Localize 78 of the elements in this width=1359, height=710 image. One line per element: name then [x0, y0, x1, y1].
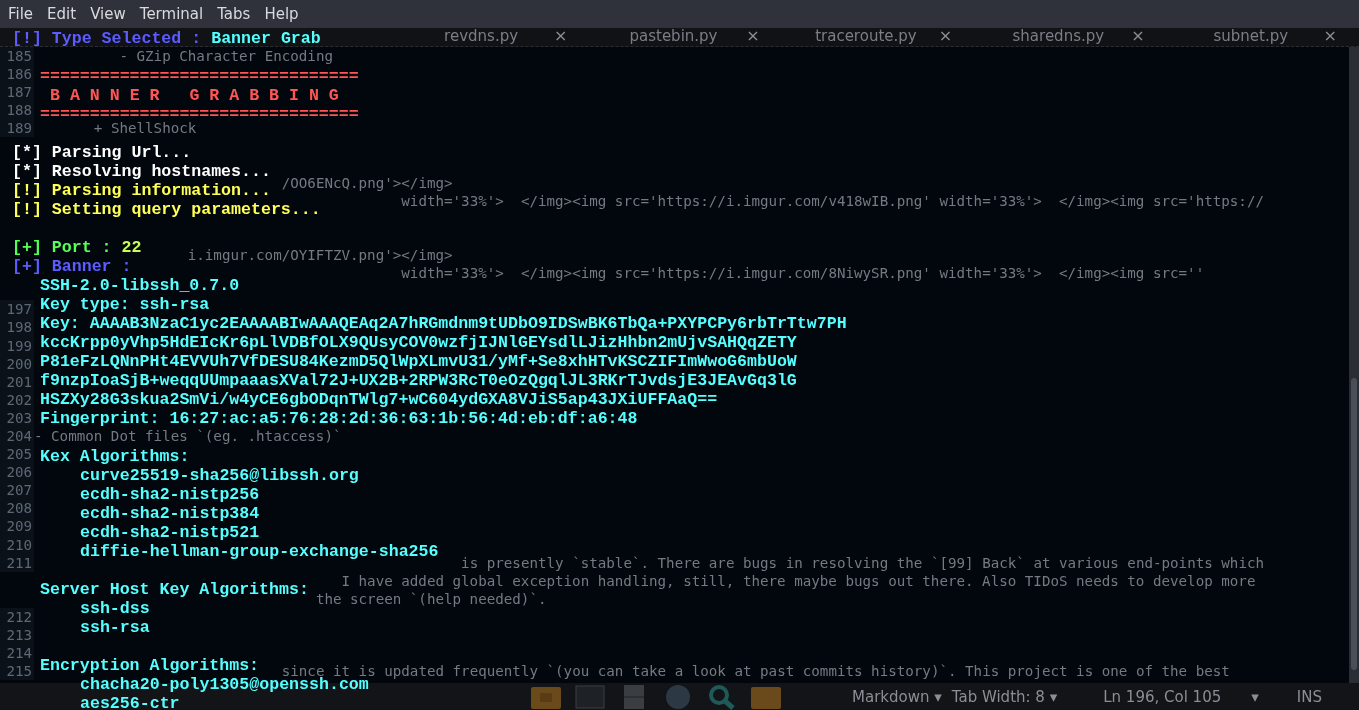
terminal-line: curve25519-sha256@libssh.org — [80, 466, 359, 485]
terminal-line: ================================ — [40, 67, 359, 86]
code-line: i.imgur.com/OYIFTZV.png'></img> — [187, 246, 453, 265]
close-icon[interactable]: × — [553, 26, 568, 45]
code-line: width='33%'> </img><img src='https://i.imgur.com/v418wIB.png' width='33%'> </img><img src='https:// — [401, 191, 1264, 210]
line-number: 187 — [0, 83, 34, 102]
terminal-line: B A N N E R G R A B B I N G — [50, 86, 339, 105]
terminal-line: P81eFzLQNnPHt4EVVUh7VfDESU84KezmD5QlWpXLmvU31/yMf+Se8xhHTvKSCZIFImWwoG6mbUoW — [40, 352, 797, 371]
menu-item[interactable]: Edit — [45, 5, 85, 23]
line-number: 197 — [0, 300, 34, 319]
line-number: 189 — [0, 119, 34, 138]
cursor-position: Ln 196, Col 105 — [1103, 687, 1222, 706]
line-number: 188 — [0, 101, 34, 120]
editor-tab[interactable]: subnet.py × — [1154, 26, 1347, 46]
terminal-line: Kex Algorithms: — [40, 447, 190, 466]
editor-tab[interactable]: sharedns.py × — [962, 26, 1155, 46]
terminal-line: Fingerprint: 16:27:ac:a5:76:28:2d:36:63:1b:56:4d:eb:df:a6:48 — [40, 409, 638, 428]
close-icon[interactable]: × — [746, 26, 760, 45]
line-number: 215 — [0, 662, 34, 681]
editor-tab[interactable]: traceroute.py × — [769, 26, 963, 46]
syntax-dropdown[interactable]: Markdown ▾ — [852, 687, 942, 706]
terminal-line: [!] Setting query parameters... — [12, 200, 321, 219]
editor-tab[interactable]: pastebin.py × — [577, 26, 770, 46]
terminal-line: diffie-hellman-group-exchange-sha256 — [80, 542, 439, 561]
code-line: + ShellShock — [93, 119, 197, 138]
close-icon[interactable]: × — [1131, 26, 1145, 45]
code-line: - GZip Character Encoding — [119, 47, 333, 66]
terminal-line: [*] Resolving hostnames... — [12, 162, 271, 181]
terminal-line: f9nzpIoaSjB+weqqUUmpaaasXVal72J+UX2B+2RPW3RcT0eOzQgqlJL3RKrTJvdsjE3JEAvGq3lG — [40, 371, 797, 390]
code-line: the screen `(help needed)`. — [315, 589, 547, 608]
terminal-line: [+] Port : 22 — [12, 238, 142, 257]
code-line: - Common Dot files `(eg. .htaccess)` — [34, 426, 342, 446]
close-icon[interactable]: × — [1323, 26, 1337, 45]
line-number: 206 — [0, 463, 34, 482]
terminal-line: [!] Parsing information... — [12, 181, 271, 200]
terminal-line: Server Host Key Algorithms: — [40, 580, 309, 599]
line-number: 186 — [0, 65, 34, 84]
code-line: is presently `stable`. There are bugs in resolving the `[99] Back` at various end-points which — [461, 553, 1264, 572]
scrollbar[interactable] — [1349, 47, 1359, 683]
line-number: 205 — [0, 445, 34, 464]
terminal-line: [+] Banner : — [12, 257, 132, 276]
monitor-icon[interactable] — [574, 683, 606, 710]
line-number: 185 — [0, 47, 34, 66]
menu-item[interactable]: Tabs — [215, 5, 259, 23]
terminal-line: ssh-rsa — [80, 618, 150, 637]
terminal-line: kccKrpp0yVhp5HdEIcKr6pLlVDBfOLX9QUsyCOV0wzfjIJNlGEYsdlLJizHhbn2mUjvSAHQqZETY — [40, 333, 797, 352]
terminal-line: [!] Type Selected : Banner Grab — [12, 29, 321, 48]
menu-item[interactable]: File — [6, 5, 42, 23]
terminal-line: HSZXy28G3skua2SmVi/w4yCE6gbODqnTWlg7+wC604ydGXA8VJiS5ap43JXiUFFAaQ== — [40, 390, 718, 409]
line-number: 209 — [0, 517, 34, 536]
code-line: I have added global exception handling, still, there maybe bugs out there. Also TIDoS needs to develop more — [341, 571, 1256, 590]
code-line: width='33%'> </img><img src='https://i.imgur.com/8NiwySR.png' width='33%'> </img><img src='' — [401, 264, 1205, 283]
terminal-line: ssh-dss — [80, 599, 150, 618]
line-number: 208 — [0, 499, 34, 518]
tab-width-dropdown[interactable]: Tab Width: 8 ▾ — [951, 687, 1058, 706]
terminal-line: Key: AAAAB3NzaC1yc2EAAAABIwAAAQEAq2A7hRGmdnm9tUDbO9IDSwBK6TbQa+PXYPCPy6rbTrTtw7PH — [40, 314, 847, 333]
terminal-line: ecdh-sha2-nistp521 — [80, 523, 260, 542]
menu-item[interactable]: Terminal — [137, 5, 212, 23]
line-number: 207 — [0, 481, 34, 500]
line-number: 214 — [0, 644, 34, 663]
line-number: 213 — [0, 626, 34, 645]
terminal-line: ecdh-sha2-nistp256 — [80, 485, 260, 504]
line-number: 212 — [0, 607, 34, 626]
terminal-line: aes256-ctr — [80, 694, 180, 710]
line-number: 198 — [0, 318, 34, 337]
terminal-line: ecdh-sha2-nistp384 — [80, 504, 260, 523]
close-icon[interactable]: × — [938, 26, 953, 45]
menu-item[interactable]: Help — [262, 5, 307, 23]
terminal-line: SSH-2.0-libssh_0.7.0 — [40, 276, 240, 295]
terminal-line: chacha20-poly1305@openssh.com — [80, 675, 369, 694]
terminal-line: Key type: ssh-rsa — [40, 295, 210, 314]
menu-item[interactable]: View — [88, 5, 134, 23]
terminal-line: [*] Parsing Url... — [12, 143, 192, 162]
editor-tab[interactable]: revdns.py × — [384, 26, 578, 46]
code-line: /OO6ENcQ.png'></img> — [281, 173, 453, 192]
terminal-line: Encryption Algorithms: — [40, 656, 260, 675]
insert-mode: INS — [1296, 687, 1322, 706]
caret-icon[interactable]: ▾ — [1251, 687, 1259, 706]
